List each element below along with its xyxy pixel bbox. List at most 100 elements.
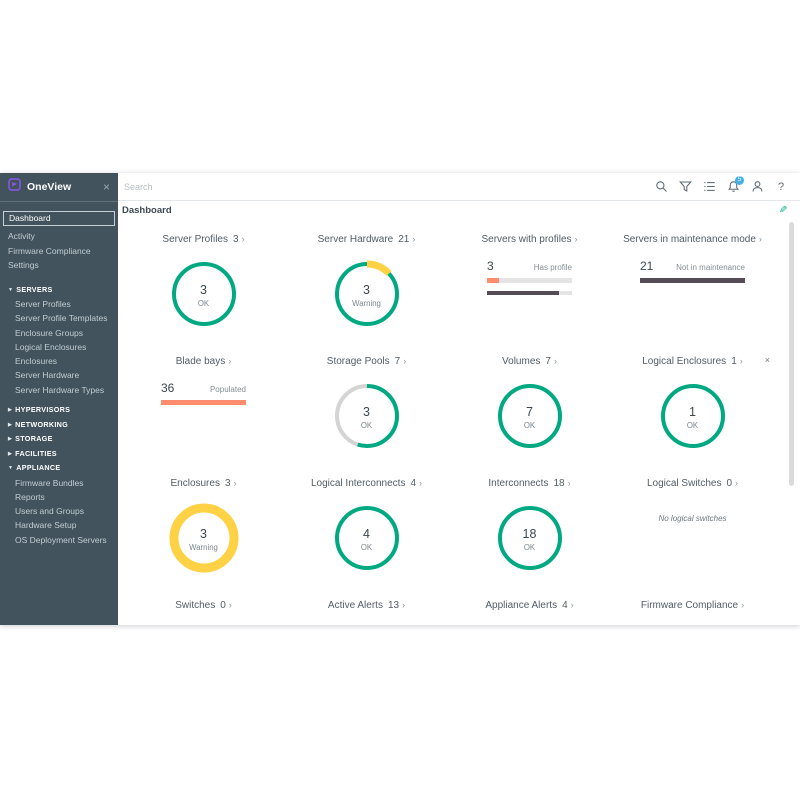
activity-list-icon[interactable] [702, 180, 716, 194]
tile-link-servers-with-profiles[interactable]: Servers with profiles› [481, 232, 577, 246]
tile-count: 0 [220, 600, 226, 611]
tile-link-storage-pools[interactable]: Storage Pools7› [327, 354, 406, 368]
sidebar-close-icon[interactable]: × [103, 181, 110, 193]
user-icon[interactable] [750, 180, 764, 194]
donut-status: OK [169, 299, 239, 308]
help-icon[interactable]: ? [774, 180, 788, 194]
sidebar-item-firmware-compliance[interactable]: Firmware Compliance [0, 244, 118, 259]
stat-row: 36Populated [161, 381, 246, 395]
chevron-right-icon: ▶ [8, 422, 12, 428]
stat-block: 3Has profile [487, 259, 572, 303]
sidebar-item-server-hardware[interactable]: Server Hardware [0, 368, 118, 382]
vertical-scrollbar[interactable] [789, 222, 794, 486]
tile-link-server-profiles[interactable]: Server Profiles3› [162, 232, 244, 246]
tile-appliance-alerts: Appliance Alerts4› [448, 594, 611, 625]
search-icon[interactable] [654, 180, 668, 194]
app-title: OneView [27, 181, 103, 193]
tile-enclosures: Enclosures3› 3Warning [122, 472, 285, 594]
tile-server-profiles: Server Profiles3› 3 OK [122, 228, 285, 350]
tile-link-enclosures[interactable]: Enclosures3› [170, 476, 236, 490]
sidebar-section-header-facilities[interactable]: ▶FACILITIES [0, 447, 118, 462]
tile-title: Interconnects [488, 478, 548, 489]
sidebar-item-settings[interactable]: Settings [0, 258, 118, 273]
tile-title: Logical Enclosures [642, 356, 726, 367]
sidebar-item-logical-enclosures[interactable]: Logical Enclosures [0, 340, 118, 354]
sidebar: OneView × Dashboard ActivityFirmware Comp… [0, 173, 118, 625]
stat-bar-fill [487, 291, 559, 296]
edit-dashboard-icon[interactable]: ✎ [779, 205, 787, 216]
tile-count: 18 [553, 478, 564, 489]
sidebar-item-os-deployment-servers[interactable]: OS Deployment Servers [0, 533, 118, 547]
sidebar-item-server-profile-templates[interactable]: Server Profile Templates [0, 311, 118, 325]
filter-icon[interactable] [678, 180, 692, 194]
tile-storage-pools: Storage Pools7›3OK [285, 350, 448, 472]
chevron-right-icon: › [412, 234, 415, 244]
sidebar-item-activity[interactable]: Activity [0, 229, 118, 244]
tile-title: Logical Switches [647, 478, 721, 489]
tile-link-server-hardware[interactable]: Server Hardware21› [318, 232, 416, 246]
donut-chart: 3Warning [169, 503, 239, 573]
sidebar-section-header-servers[interactable]: ▼SERVERS [0, 283, 118, 298]
search-input[interactable] [124, 182, 654, 192]
tile-link-logical-interconnects[interactable]: Logical Interconnects4› [311, 476, 422, 490]
sidebar-section-header-networking[interactable]: ▶NETWORKING [0, 418, 118, 433]
close-icon[interactable]: × [765, 356, 770, 365]
donut-status: OK [332, 543, 402, 552]
sidebar-item-enclosure-groups[interactable]: Enclosure Groups [0, 326, 118, 340]
sidebar-section-header-appliance[interactable]: ▼APPLIANCE [0, 461, 118, 476]
chevron-down-icon: ▼ [8, 465, 13, 471]
tile-link-logical-switches[interactable]: Logical Switches0› [647, 476, 738, 490]
sidebar-item-hardware-setup[interactable]: Hardware Setup [0, 518, 118, 532]
sidebar-header: OneView × [0, 173, 118, 202]
tile-link-switches[interactable]: Switches0› [175, 598, 232, 612]
chevron-right-icon: ▶ [8, 451, 12, 457]
chevron-right-icon: › [228, 356, 231, 366]
donut-status: OK [495, 543, 565, 552]
tile-link-blade-bays[interactable]: Blade bays› [176, 354, 231, 368]
sidebar-item-firmware-bundles[interactable]: Firmware Bundles [0, 476, 118, 490]
tile-title: Active Alerts [328, 600, 383, 611]
sidebar-item-reports[interactable]: Reports [0, 490, 118, 504]
stat-label: Has profile [534, 263, 572, 272]
stat-bar-fill [640, 278, 745, 283]
tile-title: Storage Pools [327, 356, 390, 367]
sidebar-section-header-hypervisors[interactable]: ▶HYPERVISORS [0, 403, 118, 418]
donut-chart: 3 OK [169, 259, 239, 329]
stat-bar [487, 278, 572, 283]
tile-active-alerts: Active Alerts13› [285, 594, 448, 625]
main-area: 5 ? Dashboard ✎ Server Profiles3›3OKServ… [118, 173, 800, 625]
donut-value: 18 [495, 527, 565, 541]
sidebar-item-users-and-groups[interactable]: Users and Groups [0, 504, 118, 518]
tile-link-servers-in-maintenance-mode[interactable]: Servers in maintenance mode› [623, 232, 762, 246]
notifications-bell-icon[interactable]: 5 [726, 180, 740, 194]
tile-count: 3 [225, 478, 231, 489]
chevron-right-icon: › [554, 356, 557, 366]
tile-title: Servers with profiles [481, 234, 571, 245]
sidebar-item-server-hardware-types[interactable]: Server Hardware Types [0, 383, 118, 397]
donut-status: OK [658, 421, 728, 430]
stat-block: 36Populated [161, 381, 246, 413]
sidebar-section-header-storage[interactable]: ▶STORAGE [0, 432, 118, 447]
chevron-right-icon: › [759, 234, 762, 244]
tile-link-interconnects[interactable]: Interconnects18› [488, 476, 570, 490]
stat-bar [487, 291, 572, 296]
sidebar-section-storage: ▶STORAGE [0, 432, 118, 447]
sidebar-item-dashboard[interactable]: Dashboard [3, 211, 115, 226]
tile-count: 1 [731, 356, 737, 367]
tile-link-firmware-compliance[interactable]: Firmware Compliance› [641, 598, 744, 612]
tile-count: 7 [395, 356, 401, 367]
oneview-logo-icon [8, 178, 21, 196]
donut-value: 3 [169, 283, 239, 297]
tile-link-appliance-alerts[interactable]: Appliance Alerts4› [485, 598, 573, 612]
tile-link-active-alerts[interactable]: Active Alerts13› [328, 598, 405, 612]
sidebar-section-networking: ▶NETWORKING [0, 418, 118, 433]
sidebar-item-server-profiles[interactable]: Server Profiles [0, 297, 118, 311]
tile-link-volumes[interactable]: Volumes7› [502, 354, 557, 368]
sidebar-section-facilities: ▶FACILITIES [0, 447, 118, 462]
sidebar-item-enclosures[interactable]: Enclosures [0, 354, 118, 368]
tile-link-logical-enclosures[interactable]: Logical Enclosures1› [642, 354, 743, 368]
stat-label: Populated [210, 385, 246, 394]
chevron-right-icon: › [242, 234, 245, 244]
tile-count: 13 [388, 600, 399, 611]
chevron-right-icon: › [229, 600, 232, 610]
